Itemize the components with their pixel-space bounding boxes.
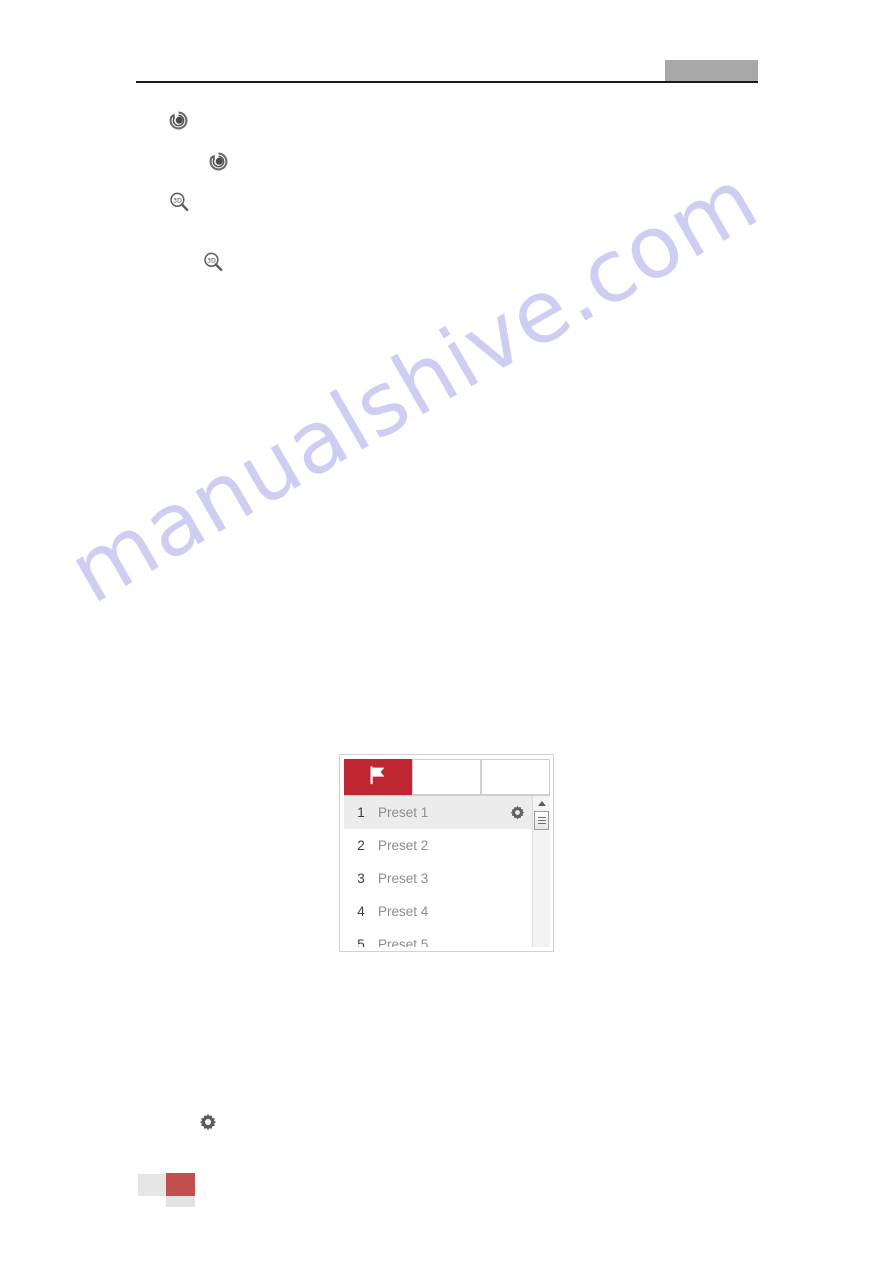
page-header-title — [136, 58, 656, 78]
preset-row[interactable]: 2 Preset 2 — [344, 829, 532, 862]
tab-pattern[interactable] — [481, 759, 550, 795]
footer-left-block — [138, 1174, 166, 1196]
preset-row[interactable]: 5 Preset 5 — [344, 928, 532, 947]
header-divider-rule — [136, 81, 758, 83]
page-canvas: 3D 3D manualshive.com 1 Preset 1 2 Prese… — [0, 0, 893, 1263]
tab-patrol[interactable] — [412, 759, 481, 795]
header-placeholder-box — [665, 60, 758, 81]
preset-tab-bar — [344, 759, 550, 795]
preset-row[interactable]: 4 Preset 4 — [344, 895, 532, 928]
3d-zoom-icon[interactable]: 3D — [202, 251, 224, 273]
preset-list-container: 1 Preset 1 2 Preset 2 3 Preset 3 4 Prese… — [344, 795, 550, 947]
auto-scan-icon[interactable] — [208, 151, 229, 172]
svg-text:3D: 3D — [207, 257, 216, 264]
watermark: manualshive.com — [53, 149, 775, 624]
scrollbar-thumb[interactable] — [534, 811, 549, 830]
preset-row-number: 3 — [357, 871, 365, 886]
auto-scan-icon[interactable] — [168, 110, 189, 131]
tab-presets[interactable] — [344, 759, 412, 795]
preset-list-scrollbar[interactable] — [532, 796, 550, 947]
preset-row-number: 1 — [357, 805, 365, 820]
scroll-up-arrow-icon[interactable] — [533, 796, 550, 810]
preset-panel: 1 Preset 1 2 Preset 2 3 Preset 3 4 Prese… — [339, 754, 554, 952]
preset-row-name: Preset 2 — [378, 838, 429, 853]
preset-list: 1 Preset 1 2 Preset 2 3 Preset 3 4 Prese… — [344, 796, 532, 947]
preset-row-name: Preset 1 — [378, 805, 429, 820]
gear-icon[interactable] — [199, 1113, 217, 1131]
flag-icon — [367, 765, 389, 790]
3d-zoom-icon[interactable]: 3D — [168, 191, 190, 213]
preset-row-number: 5 — [357, 937, 365, 947]
scrollbar-track[interactable] — [533, 832, 550, 947]
preset-row-number: 2 — [357, 838, 365, 853]
footer-page-number — [166, 1173, 195, 1196]
preset-row[interactable]: 3 Preset 3 — [344, 862, 532, 895]
footer-lower-block — [166, 1196, 195, 1207]
svg-text:3D: 3D — [173, 197, 182, 204]
preset-row-number: 4 — [357, 904, 365, 919]
gear-icon[interactable] — [502, 805, 532, 820]
preset-row-name: Preset 4 — [378, 904, 429, 919]
preset-row-name: Preset 5 — [378, 937, 429, 947]
preset-row-name: Preset 3 — [378, 871, 429, 886]
preset-row[interactable]: 1 Preset 1 — [344, 796, 532, 829]
